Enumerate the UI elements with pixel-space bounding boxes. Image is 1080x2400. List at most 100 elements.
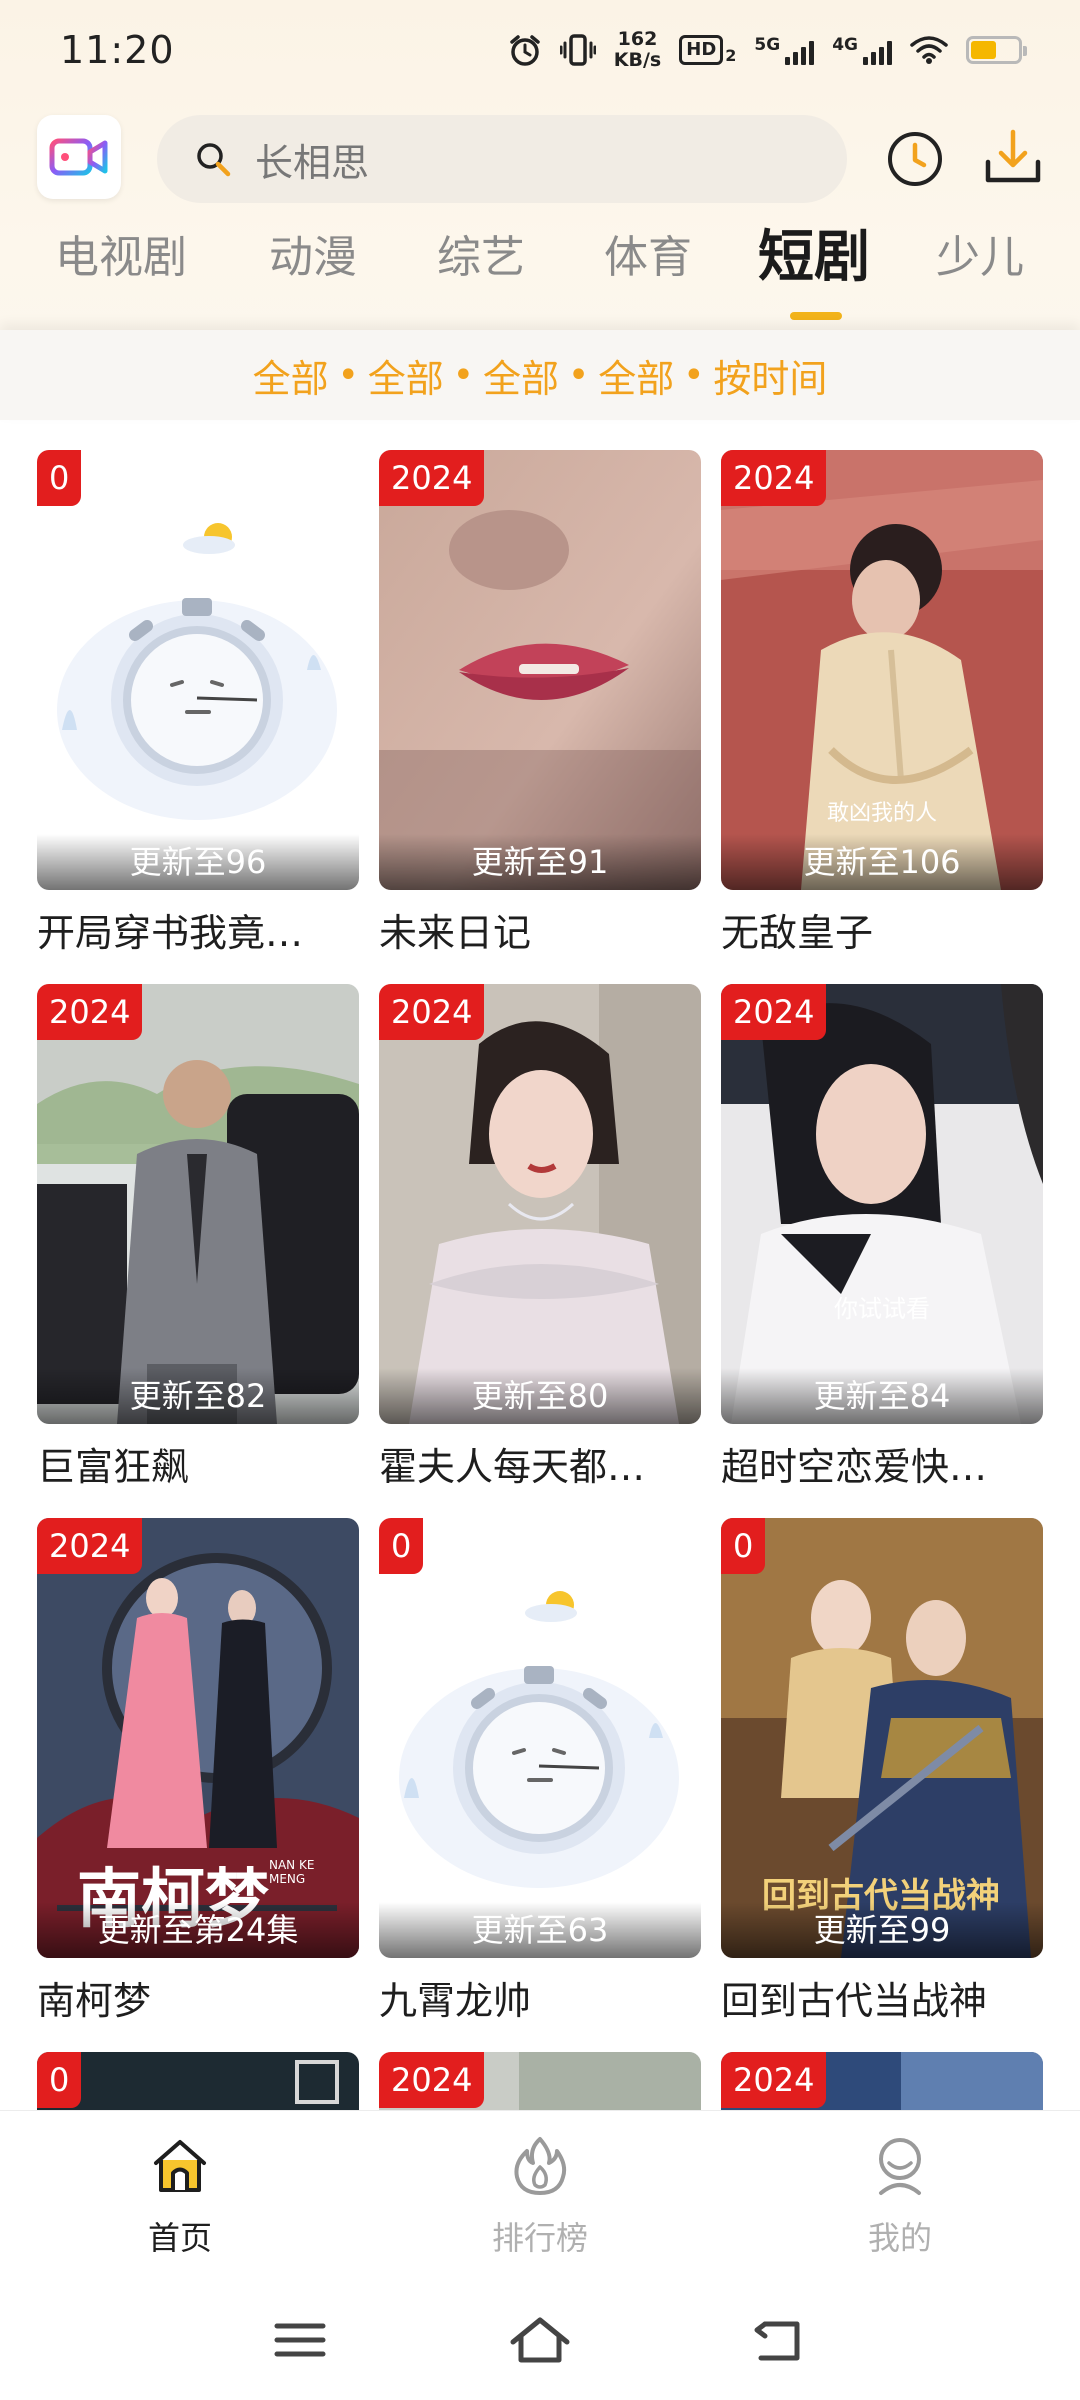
update-status: 更新至第24集 [37, 1902, 359, 1958]
battery-fill [971, 41, 997, 59]
drama-card[interactable]: 2024 你试试看 更新至84 超时空恋爱快… [721, 984, 1043, 1491]
tab-sports[interactable]: 体育 [604, 228, 692, 288]
search-placeholder: 长相思 [255, 140, 370, 185]
poster-image [379, 984, 701, 1424]
status-time: 11:20 [60, 28, 175, 72]
video-camera-icon [49, 138, 108, 176]
app-logo[interactable] [37, 115, 121, 199]
home-icon [154, 2140, 206, 2192]
poster: 2024 [721, 2052, 1043, 2110]
poster: 2024 你试试看 更新至84 [721, 984, 1043, 1424]
poster: 2024 南柯梦 NAN KE MENG 更新至第24集 [37, 1518, 359, 1958]
filter-separator: • [338, 357, 358, 393]
drama-card[interactable]: 2024 更新至82 巨富狂飙 [37, 984, 359, 1491]
drama-card[interactable]: 0 更新至63 九霄龙帅 [379, 1518, 701, 2025]
signal-5g-icon: 5G [754, 35, 815, 65]
search-row: 长相思 [0, 115, 1080, 205]
update-status: 更新至106 [721, 834, 1043, 890]
menu-icon[interactable] [265, 2310, 335, 2370]
profile-icon [879, 2138, 921, 2195]
nav-profile[interactable]: 我的 [800, 2133, 1000, 2259]
year-badge: 0 [379, 1518, 424, 1574]
signal-5g-label: 5G [754, 35, 781, 55]
placeholder-stopwatch-icon [379, 1518, 701, 1958]
nav-profile-label: 我的 [867, 2219, 932, 2257]
nav-home[interactable]: 首页 [80, 2133, 280, 2259]
update-status: 更新至80 [379, 1368, 701, 1424]
drama-title: 无敌皇子 [721, 911, 874, 955]
year-badge: 2024 [379, 2052, 485, 2108]
nav-ranking-label: 排行榜 [491, 2219, 588, 2257]
net-speed-unit: KB/s [613, 49, 662, 71]
poster-caption: 你试试看 [834, 1295, 930, 1323]
drama-title: 超时空恋爱快… [721, 1445, 988, 1489]
search-icon [197, 143, 231, 177]
net-speed: 162 KB/s [614, 29, 661, 71]
poster: 0 更新至96 [37, 450, 359, 890]
filter-item[interactable]: 全部 [368, 348, 444, 403]
tab-variety[interactable]: 综艺 [437, 228, 525, 288]
filter-separator: • [453, 357, 473, 393]
tab-kids[interactable]: 少儿 [936, 228, 1024, 288]
update-status: 更新至96 [37, 834, 359, 890]
year-badge: 2024 [721, 2052, 827, 2108]
filter-separator: • [684, 357, 704, 393]
poster: 0 [37, 2052, 359, 2110]
tab-tv[interactable]: 电视剧 [55, 228, 187, 288]
drama-card[interactable]: 2024 [721, 2052, 1043, 2110]
tab-anime[interactable]: 动漫 [269, 228, 357, 288]
system-nav-bar [0, 2280, 1080, 2400]
poster-subtitle-text: NAN KE MENG [269, 1858, 315, 1886]
year-badge: 2024 [379, 984, 485, 1040]
hd-indicator: HD 2 [679, 35, 736, 65]
filter-item[interactable]: 全部 [598, 348, 674, 403]
drama-title: 未来日记 [379, 911, 532, 955]
year-badge: 0 [721, 1518, 766, 1574]
signal-4g-icon: 4G [832, 35, 892, 65]
year-badge: 0 [37, 450, 82, 506]
drama-card[interactable]: 2024 [379, 2052, 701, 2110]
tab-short-drama[interactable]: 短剧 [758, 222, 870, 294]
year-badge: 2024 [721, 984, 827, 1040]
filter-item[interactable]: 全部 [483, 348, 559, 403]
year-badge: 2024 [37, 984, 143, 1040]
download-icon[interactable] [982, 126, 1044, 188]
status-icons: 162 KB/s HD 2 5G 4G [508, 29, 1027, 71]
status-bar: 11:20 162 KB/s HD 2 5G 4G [0, 0, 1080, 100]
hd-sub: 2 [725, 46, 737, 65]
drama-card[interactable]: 0 回到古代当战神 更新至99 回到古代当战神 [721, 1518, 1043, 2025]
drama-card[interactable]: 2024 更新至80 霍夫人每天都… [379, 984, 701, 1491]
placeholder-stopwatch-icon [37, 450, 359, 890]
filter-sort-time[interactable]: 按时间 [713, 348, 827, 403]
update-status: 更新至82 [37, 1368, 359, 1424]
poster-image [721, 984, 1043, 1424]
poster: 0 更新至63 [379, 1518, 701, 1958]
nav-ranking[interactable]: 排行榜 [440, 2133, 640, 2259]
back-icon[interactable] [745, 2310, 815, 2370]
drama-title: 九霄龙帅 [379, 1979, 532, 2023]
tab-indicator [790, 312, 842, 320]
filter-item[interactable]: 全部 [253, 348, 329, 403]
filter-bar: 全部 • 全部 • 全部 • 全部 • 按时间 [0, 330, 1080, 420]
signal-4g-label: 4G [832, 35, 858, 55]
wifi-icon [910, 36, 948, 64]
drama-title: 霍夫人每天都… [379, 1445, 646, 1489]
screen: 11:20 162 KB/s HD 2 5G 4G 长相思 电视剧 动漫 综艺 … [0, 0, 1080, 2400]
header-area: 11:20 162 KB/s HD 2 5G 4G 长相思 电视剧 动漫 综艺 … [0, 0, 1080, 420]
drama-grid: 0 更新至96 开局穿书我竟… 2024 更新至91 未来日记 2024 敢凶我… [0, 450, 1080, 2110]
search-input[interactable]: 长相思 [157, 115, 847, 203]
poster-image [379, 450, 701, 890]
home-outline-icon[interactable] [505, 2310, 575, 2370]
net-speed-value: 162 [617, 28, 658, 50]
clock-icon[interactable] [886, 130, 944, 188]
update-status: 更新至91 [379, 834, 701, 890]
drama-title: 开局穿书我竟… [37, 911, 304, 955]
drama-title: 巨富狂飙 [37, 1445, 190, 1489]
drama-card[interactable]: 0 更新至96 开局穿书我竟… [37, 450, 359, 957]
year-badge: 0 [37, 2052, 82, 2108]
poster: 2024 敢凶我的人 更新至106 [721, 450, 1043, 890]
drama-card[interactable]: 2024 敢凶我的人 更新至106 无敌皇子 [721, 450, 1043, 957]
drama-card[interactable]: 2024 南柯梦 NAN KE MENG 更新至第24集 南柯梦 [37, 1518, 359, 2025]
drama-card[interactable]: 0 [37, 2052, 359, 2110]
drama-card[interactable]: 2024 更新至91 未来日记 [379, 450, 701, 957]
